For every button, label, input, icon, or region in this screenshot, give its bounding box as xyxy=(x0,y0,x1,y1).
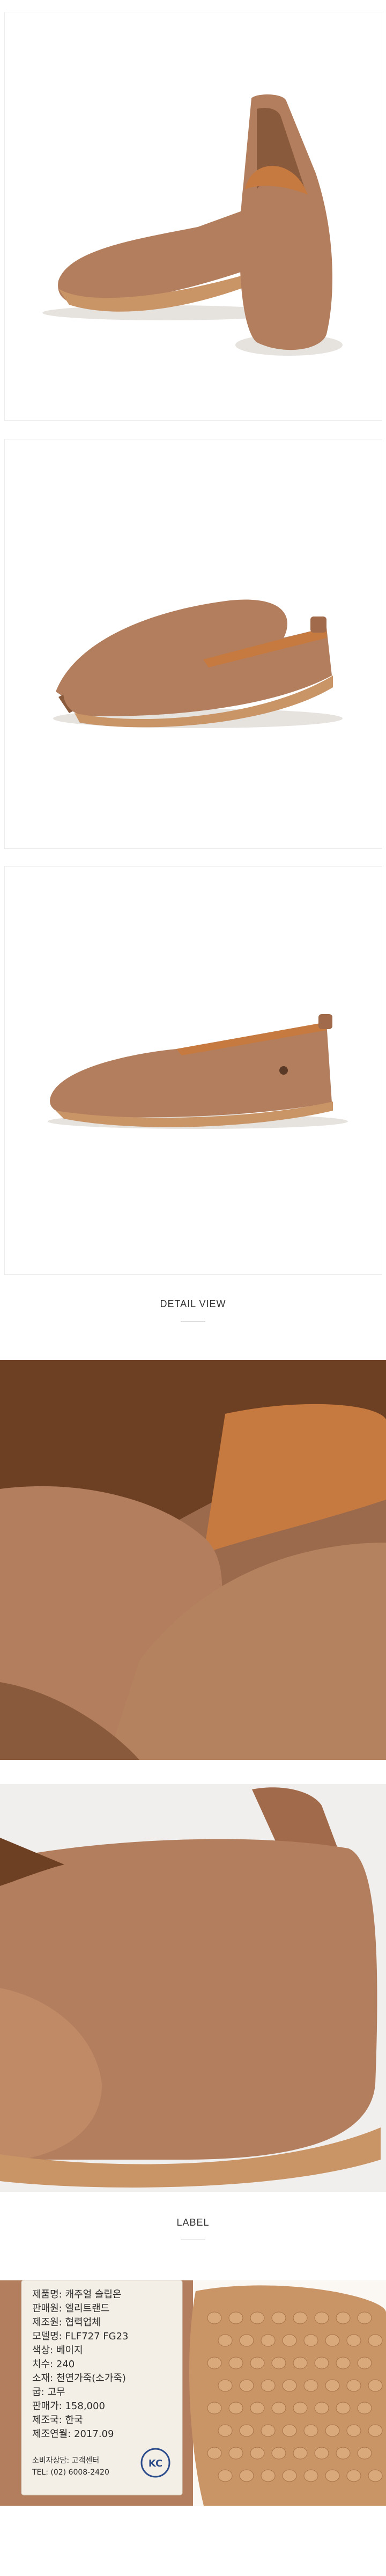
grip-dot xyxy=(239,2334,254,2347)
shoe-pair-illustration-2 xyxy=(5,439,382,848)
detail-photo-heel xyxy=(0,1784,386,2192)
grip-dot xyxy=(228,2402,243,2414)
label-heading: LABEL xyxy=(176,2217,210,2228)
grip-dot xyxy=(293,2402,308,2414)
grip-dot xyxy=(357,2357,372,2369)
grip-dot xyxy=(250,2447,265,2460)
grip-dot xyxy=(357,2447,372,2460)
grip-dot xyxy=(303,2379,318,2392)
grip-dot xyxy=(368,2334,383,2347)
grip-dot xyxy=(228,2311,243,2324)
single-shoe-illustration xyxy=(5,867,382,1274)
grip-dot xyxy=(325,2424,340,2437)
label-and-sole-illustration: 제품명: 캐주얼 슬립온 판매원: 엘리트랜드 제조원: 협력업체 모델명: F… xyxy=(0,2280,386,2506)
grip-dot xyxy=(336,2402,351,2414)
product-photo-1 xyxy=(4,12,382,421)
detail-photo-toe xyxy=(0,1360,386,1760)
grip-dot xyxy=(368,2424,383,2437)
grip-dot xyxy=(293,2357,308,2369)
grip-dot xyxy=(261,2424,276,2437)
grip-dot xyxy=(218,2379,233,2392)
detail-view-heading: DETAIL VIEW xyxy=(160,1298,226,1309)
label-line: 제조국: 한국 xyxy=(32,2414,83,2426)
label-footer-line: TEL: (02) 6008-2420 xyxy=(32,2468,109,2477)
grip-dot xyxy=(207,2357,222,2369)
label-line: 판매원: 엘리트랜드 xyxy=(32,2303,109,2314)
grip-dot xyxy=(293,2447,308,2460)
product-photo-3 xyxy=(4,866,382,1275)
label-line: 제조연월: 2017.09 xyxy=(32,2428,114,2440)
grip-dot xyxy=(368,2379,383,2392)
label-line: 제조원: 협력업체 xyxy=(32,2317,101,2328)
grip-dot xyxy=(228,2447,243,2460)
grip-dot xyxy=(207,2311,222,2324)
shoe-pair-illustration-1 xyxy=(5,12,382,420)
grip-dot xyxy=(314,2447,329,2460)
grip-dot xyxy=(207,2402,222,2414)
grip-dot xyxy=(303,2469,318,2482)
grip-dot xyxy=(336,2447,351,2460)
grip-dot xyxy=(303,2334,318,2347)
grip-dot xyxy=(314,2357,329,2369)
grip-dot xyxy=(239,2469,254,2482)
grip-dot xyxy=(314,2402,329,2414)
grip-dot xyxy=(325,2469,340,2482)
grip-dot xyxy=(346,2424,361,2437)
grip-dot xyxy=(282,2469,297,2482)
grip-dot xyxy=(271,2357,286,2369)
grip-dot xyxy=(314,2311,329,2324)
grip-dot xyxy=(271,2402,286,2414)
label-line: 치수: 240 xyxy=(32,2359,75,2370)
label-line: 색상: 베이지 xyxy=(32,2345,83,2356)
grip-dot xyxy=(218,2469,233,2482)
grip-dot xyxy=(303,2424,318,2437)
grip-dot xyxy=(271,2311,286,2324)
grip-dot xyxy=(207,2447,222,2460)
label-line: 소재: 천연가죽(소가죽) xyxy=(32,2373,126,2384)
label-photo: 제품명: 캐주얼 슬립온 판매원: 엘리트랜드 제조원: 협력업체 모델명: F… xyxy=(0,2280,386,2506)
grip-dot xyxy=(250,2357,265,2369)
grip-dot xyxy=(357,2311,372,2324)
grip-dot xyxy=(250,2402,265,2414)
grip-dot xyxy=(282,2379,297,2392)
grip-dot xyxy=(250,2311,265,2324)
label-line: 제품명: 캐주얼 슬립온 xyxy=(32,2289,122,2300)
grip-dot xyxy=(261,2379,276,2392)
grip-dot xyxy=(282,2334,297,2347)
grip-dot xyxy=(325,2334,340,2347)
grip-dot xyxy=(325,2379,340,2392)
grip-dot xyxy=(239,2424,254,2437)
label-footer-line: 소비자상담: 고객센터 xyxy=(32,2456,99,2465)
grip-dot xyxy=(368,2469,383,2482)
label-line: 모델명: FLF727 FG23 xyxy=(32,2331,129,2342)
grip-dot xyxy=(336,2311,351,2324)
grip-dot xyxy=(346,2379,361,2392)
grip-dot xyxy=(282,2424,297,2437)
grip-dot xyxy=(346,2334,361,2347)
label-line: 판매가: 158,000 xyxy=(32,2401,105,2412)
grip-dot xyxy=(271,2447,286,2460)
grip-dot xyxy=(346,2469,361,2482)
grip-dot xyxy=(239,2379,254,2392)
grip-dot xyxy=(218,2424,233,2437)
grip-dot xyxy=(293,2311,308,2324)
kc-mark-text: KC xyxy=(149,2458,162,2469)
grip-dot xyxy=(261,2469,276,2482)
toe-closeup-illustration xyxy=(0,1360,386,1760)
product-photo-2 xyxy=(4,439,382,849)
label-line: 굽: 고무 xyxy=(32,2387,65,2398)
grip-dot xyxy=(218,2334,233,2347)
grip-dot xyxy=(228,2357,243,2369)
grip-dot xyxy=(357,2402,372,2414)
detail-view-divider xyxy=(181,1321,205,1322)
grip-dot xyxy=(336,2357,351,2369)
heel-closeup-illustration xyxy=(0,1784,386,2192)
grip-dot xyxy=(261,2334,276,2347)
